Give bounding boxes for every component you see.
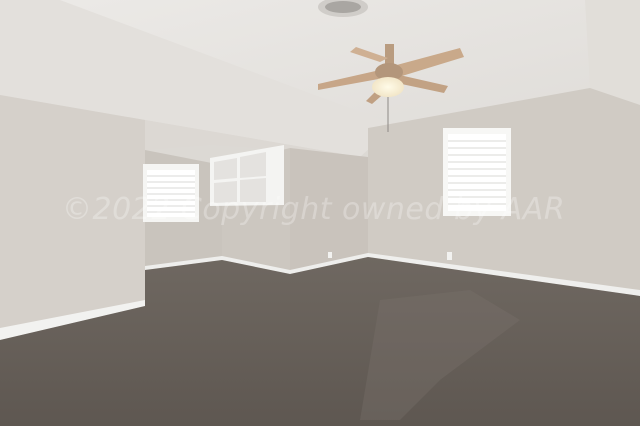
photo-watermark: ©2022 Copyright owned by AAR <box>62 192 566 227</box>
wall-outlet-2 <box>328 252 332 258</box>
wall-outlet <box>447 252 452 260</box>
